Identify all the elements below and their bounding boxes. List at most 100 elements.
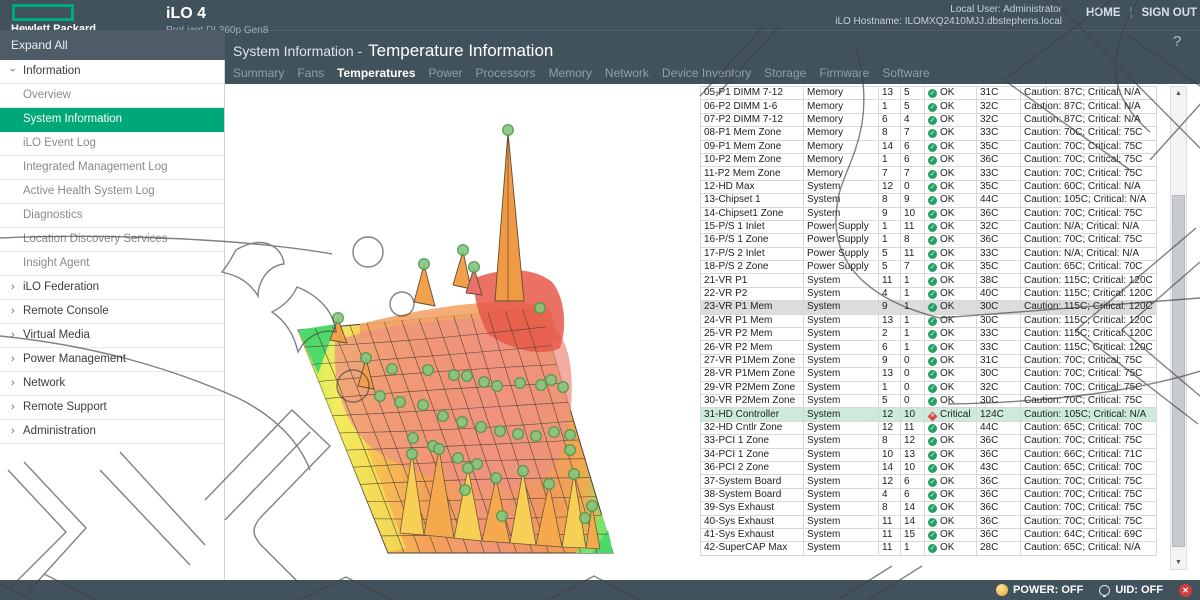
cell-location: Memory xyxy=(804,140,879,153)
table-row[interactable]: 10-P2 Mem ZoneMemory16✓OK36CCaution: 70C… xyxy=(701,153,1157,166)
table-row[interactable]: 26-VR P2 MemSystem61✓OK33CCaution: 115C;… xyxy=(701,341,1157,354)
cell-y: 9 xyxy=(901,194,925,207)
table-row[interactable]: 12-HD MaxSystem120✓OK35CCaution: 60C; Cr… xyxy=(701,180,1157,193)
table-row[interactable]: 42-SuperCAP MaxSystem111✓OK28CCaution: 6… xyxy=(701,542,1157,555)
sidebar-item-virtual-media[interactable]: ›Virtual Media xyxy=(0,324,224,348)
cell-name: 30-VR P2Mem Zone xyxy=(701,394,804,407)
cell-location: System xyxy=(804,180,879,193)
tab-storage[interactable]: Storage xyxy=(764,63,806,83)
sidebar-item-network[interactable]: ›Network xyxy=(0,372,224,396)
cell-y: 7 xyxy=(901,167,925,180)
status-ok-icon: ✓ xyxy=(928,357,937,366)
expand-all-button[interactable]: Expand All xyxy=(0,30,225,60)
scroll-down-arrow-icon[interactable]: ▼ xyxy=(1171,556,1186,569)
table-row[interactable]: 34-PCI 1 ZoneSystem1013✓OK36CCaution: 66… xyxy=(701,448,1157,461)
home-link[interactable]: HOME xyxy=(1086,7,1121,19)
tab-firmware[interactable]: Firmware xyxy=(819,63,869,83)
uid-status[interactable]: UID: OFF xyxy=(1099,584,1163,596)
table-row[interactable]: 24-VR P1 MemSystem131✓OK30CCaution: 115C… xyxy=(701,314,1157,327)
scrollbar-thumb[interactable] xyxy=(1172,195,1185,547)
table-row[interactable]: 11-P2 Mem ZoneMemory77✓OK33CCaution: 70C… xyxy=(701,167,1157,180)
tab-temperatures[interactable]: Temperatures xyxy=(337,63,415,83)
tab-software[interactable]: Software xyxy=(882,63,929,83)
power-status[interactable]: POWER: OFF xyxy=(996,584,1083,596)
scroll-up-arrow-icon[interactable]: ▲ xyxy=(1171,87,1186,100)
tab-device-inventory[interactable]: Device Inventory xyxy=(662,63,751,83)
sidebar-item-diagnostics[interactable]: Diagnostics xyxy=(0,204,224,228)
sidebar-item-ilo-federation[interactable]: ›iLO Federation xyxy=(0,276,224,300)
status-ok-icon: ✓ xyxy=(928,518,937,527)
table-row[interactable]: 32-HD Cntlr ZoneSystem1211✓OK44CCaution:… xyxy=(701,421,1157,434)
cell-status: ✓OK xyxy=(925,153,977,166)
table-row[interactable]: 05-P1 DIMM 7-12Memory135✓OK31CCaution: 8… xyxy=(701,87,1157,100)
sign-out-link[interactable]: SIGN OUT xyxy=(1142,7,1198,19)
sidebar-item-system-information[interactable]: System Information xyxy=(0,108,224,132)
chevron-right-icon: › xyxy=(11,276,15,299)
table-row[interactable]: 21-VR P1System111✓OK38CCaution: 115C; Cr… xyxy=(701,274,1157,287)
table-row[interactable]: 23-VR P1 MemSystem91✓OK30CCaution: 115C;… xyxy=(701,301,1157,314)
table-row[interactable]: 38-System BoardSystem46✓OK36CCaution: 70… xyxy=(701,488,1157,501)
tab-fans[interactable]: Fans xyxy=(297,63,324,83)
status-ok-icon: ✓ xyxy=(928,317,937,326)
table-row[interactable]: 08-P1 Mem ZoneMemory87✓OK33CCaution: 70C… xyxy=(701,127,1157,140)
close-button[interactable]: ✕ xyxy=(1179,584,1192,597)
table-row[interactable]: 14-Chipset1 ZoneSystem910✓OK36CCaution: … xyxy=(701,207,1157,220)
sidebar-item-integrated-management-log[interactable]: Integrated Management Log xyxy=(0,156,224,180)
table-row[interactable]: 09-P1 Mem ZoneMemory146✓OK35CCaution: 70… xyxy=(701,140,1157,153)
table-row[interactable]: 27-VR P1Mem ZoneSystem90✓OK31CCaution: 7… xyxy=(701,354,1157,367)
table-row[interactable]: 39-Sys ExhaustSystem814✓OK36CCaution: 70… xyxy=(701,502,1157,515)
table-row[interactable]: 28-VR P1Mem ZoneSystem130✓OK30CCaution: … xyxy=(701,368,1157,381)
cell-location: System xyxy=(804,488,879,501)
table-row[interactable]: 06-P2 DIMM 1-6Memory15✓OK32CCaution: 87C… xyxy=(701,100,1157,113)
status-critical-icon: ✕ xyxy=(928,411,938,421)
cell-y: 11 xyxy=(901,421,925,434)
sensor-marker xyxy=(479,377,490,388)
tab-power[interactable]: Power xyxy=(429,63,463,83)
sidebar-item-information[interactable]: ›Information xyxy=(0,60,224,84)
sidebar-item-overview[interactable]: Overview xyxy=(0,84,224,108)
table-row[interactable]: 25-VR P2 MemSystem21✓OK33CCaution: 115C;… xyxy=(701,328,1157,341)
table-row[interactable]: 31-HD ControllerSystem1210✕Critical124CC… xyxy=(701,408,1157,421)
table-row[interactable]: 16-P/S 1 ZonePower Supply18✓OK36CCaution… xyxy=(701,234,1157,247)
table-row[interactable]: 29-VR P2Mem ZoneSystem10✓OK32CCaution: 7… xyxy=(701,381,1157,394)
sidebar-item-administration[interactable]: ›Administration xyxy=(0,420,224,444)
tab-memory[interactable]: Memory xyxy=(549,63,592,83)
cell-thresholds: Caution: 64C; Critical: 69C xyxy=(1021,528,1157,541)
cell-y: 1 xyxy=(901,542,925,555)
help-icon[interactable]: ? xyxy=(1173,33,1181,50)
cell-location: System xyxy=(804,475,879,488)
table-scrollbar[interactable]: ▲ ▼ xyxy=(1170,86,1187,570)
table-row[interactable]: 30-VR P2Mem ZoneSystem50✓OK30CCaution: 7… xyxy=(701,394,1157,407)
table-row[interactable]: 07-P2 DIMM 7-12Memory64✓OK32CCaution: 87… xyxy=(701,113,1157,126)
cell-name: 37-System Board xyxy=(701,475,804,488)
table-row[interactable]: 33-PCI 1 ZoneSystem812✓OK36CCaution: 70C… xyxy=(701,435,1157,448)
page-title-prefix: System Information - xyxy=(233,43,362,59)
table-row[interactable]: 37-System BoardSystem126✓OK36CCaution: 7… xyxy=(701,475,1157,488)
sensor-marker xyxy=(395,397,406,408)
cell-name: 06-P2 DIMM 1-6 xyxy=(701,100,804,113)
sidebar-item-insight-agent[interactable]: Insight Agent xyxy=(0,252,224,276)
tab-network[interactable]: Network xyxy=(605,63,649,83)
table-row[interactable]: 17-P/S 2 InletPower Supply511✓OK33CCauti… xyxy=(701,247,1157,260)
sidebar-item-active-health-system-log[interactable]: Active Health System Log xyxy=(0,180,224,204)
tab-processors[interactable]: Processors xyxy=(476,63,536,83)
cell-reading: 36C xyxy=(977,515,1021,528)
sidebar-item-location-discovery-services[interactable]: Location Discovery Services xyxy=(0,228,224,252)
cell-name: 18-P/S 2 Zone xyxy=(701,261,804,274)
table-row[interactable]: 36-PCI 2 ZoneSystem1410✓OK43CCaution: 65… xyxy=(701,461,1157,474)
sidebar-item-ilo-event-log[interactable]: iLO Event Log xyxy=(0,132,224,156)
table-row[interactable]: 15-P/S 1 InletPower Supply111✓OK32CCauti… xyxy=(701,220,1157,233)
cell-status: ✓OK xyxy=(925,354,977,367)
cell-name: 05-P1 DIMM 7-12 xyxy=(701,87,804,100)
table-row[interactable]: 22-VR P2System41✓OK40CCaution: 115C; Cri… xyxy=(701,287,1157,300)
sidebar-item-power-management[interactable]: ›Power Management xyxy=(0,348,224,372)
tab-summary[interactable]: Summary xyxy=(233,63,284,83)
sidebar-item-remote-console[interactable]: ›Remote Console xyxy=(0,300,224,324)
cell-thresholds: Caution: 70C; Critical: 75C xyxy=(1021,127,1157,140)
table-row[interactable]: 18-P/S 2 ZonePower Supply57✓OK35CCaution… xyxy=(701,261,1157,274)
table-row[interactable]: 41-Sys ExhaustSystem1115✓OK36CCaution: 6… xyxy=(701,528,1157,541)
table-row[interactable]: 13-Chipset 1System89✓OK44CCaution: 105C;… xyxy=(701,194,1157,207)
sidebar-item-remote-support[interactable]: ›Remote Support xyxy=(0,396,224,420)
status-ok-icon: ✓ xyxy=(928,531,937,540)
table-row[interactable]: 40-Sys ExhaustSystem1114✓OK36CCaution: 7… xyxy=(701,515,1157,528)
